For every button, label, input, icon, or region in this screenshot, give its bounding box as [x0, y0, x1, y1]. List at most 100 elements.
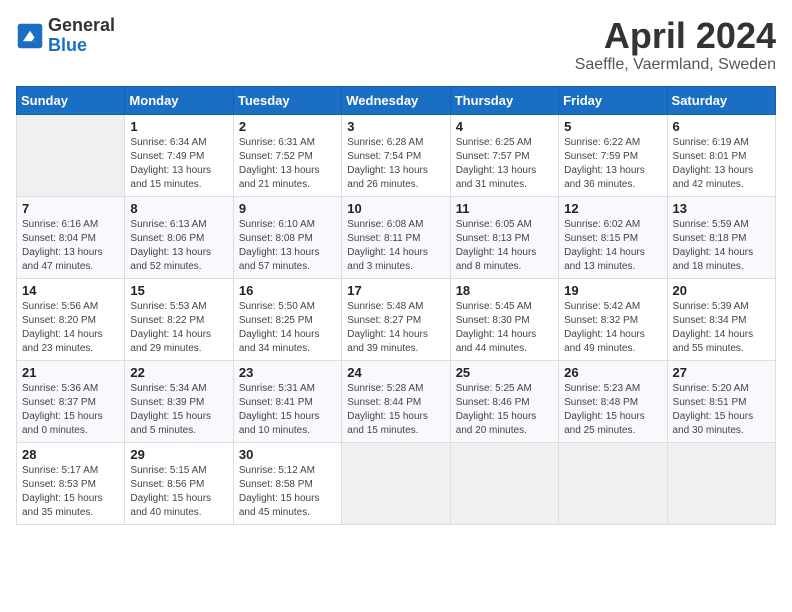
calendar-cell: [17, 114, 125, 196]
calendar-cell: [450, 442, 558, 524]
day-number: 28: [22, 447, 119, 462]
calendar-header-row: SundayMondayTuesdayWednesdayThursdayFrid…: [17, 86, 776, 114]
day-number: 5: [564, 119, 661, 134]
day-info: Sunrise: 5:31 AMSunset: 8:41 PMDaylight:…: [239, 382, 336, 438]
day-info: Sunrise: 6:05 AMSunset: 8:13 PMDaylight:…: [456, 218, 553, 274]
day-info: Sunrise: 6:19 AMSunset: 8:01 PMDaylight:…: [673, 136, 770, 192]
day-info: Sunrise: 5:53 AMSunset: 8:22 PMDaylight:…: [130, 300, 227, 356]
calendar-cell: 19 Sunrise: 5:42 AMSunset: 8:32 PMDayligh…: [559, 278, 667, 360]
calendar-week-row: 7Sunrise: 6:16 AMSunset: 8:04 PMDaylight…: [17, 196, 776, 278]
calendar-cell: 30Sunrise: 5:12 AMSunset: 8:58 PMDayligh…: [233, 442, 341, 524]
day-number: 10: [347, 201, 444, 216]
calendar-cell: 26 Sunrise: 5:23 AMSunset: 8:48 PMDayligh…: [559, 360, 667, 442]
weekday-header: Wednesday: [342, 86, 450, 114]
title-block: April 2024 Saeffle, Vaermland, Sweden: [575, 16, 776, 74]
day-info: Sunrise: 5:56 AMSunset: 8:20 PMDaylight:…: [22, 300, 119, 356]
day-info: Sunrise: 6:13 AMSunset: 8:06 PMDaylight:…: [130, 218, 227, 274]
calendar-cell: 15 Sunrise: 5:53 AMSunset: 8:22 PMDayligh…: [125, 278, 233, 360]
day-number: 23: [239, 365, 336, 380]
day-number: 2: [239, 119, 336, 134]
day-number: 21: [22, 365, 119, 380]
calendar-cell: [667, 442, 775, 524]
weekday-header: Tuesday: [233, 86, 341, 114]
calendar-cell: 17Sunrise: 5:48 AMSunset: 8:27 PMDayligh…: [342, 278, 450, 360]
calendar-cell: 25 Sunrise: 5:25 AMSunset: 8:46 PMDayligh…: [450, 360, 558, 442]
calendar-cell: 3 Sunrise: 6:28 AMSunset: 7:54 PMDaylight…: [342, 114, 450, 196]
calendar-cell: 1 Sunrise: 6:34 AMSunset: 7:49 PMDaylight…: [125, 114, 233, 196]
calendar-cell: 12Sunrise: 6:02 AMSunset: 8:15 PMDayligh…: [559, 196, 667, 278]
calendar-cell: 6 Sunrise: 6:19 AMSunset: 8:01 PMDaylight…: [667, 114, 775, 196]
calendar-cell: 21Sunrise: 5:36 AMSunset: 8:37 PMDayligh…: [17, 360, 125, 442]
day-number: 1: [130, 119, 227, 134]
day-number: 9: [239, 201, 336, 216]
day-info: Sunrise: 5:12 AMSunset: 8:58 PMDaylight:…: [239, 464, 336, 520]
day-info: Sunrise: 5:17 AMSunset: 8:53 PMDaylight:…: [22, 464, 119, 520]
day-number: 4: [456, 119, 553, 134]
day-number: 7: [22, 201, 119, 216]
day-number: 6: [673, 119, 770, 134]
day-info: Sunrise: 5:39 AMSunset: 8:34 PMDaylight:…: [673, 300, 770, 356]
day-info: Sunrise: 6:22 AMSunset: 7:59 PMDaylight:…: [564, 136, 661, 192]
day-info: Sunrise: 5:50 AMSunset: 8:25 PMDaylight:…: [239, 300, 336, 356]
day-info: Sunrise: 6:10 AMSunset: 8:08 PMDaylight:…: [239, 218, 336, 274]
calendar-cell: 13Sunrise: 5:59 AMSunset: 8:18 PMDayligh…: [667, 196, 775, 278]
calendar-cell: [342, 442, 450, 524]
calendar-cell: 23 Sunrise: 5:31 AMSunset: 8:41 PMDayligh…: [233, 360, 341, 442]
day-info: Sunrise: 5:45 AMSunset: 8:30 PMDaylight:…: [456, 300, 553, 356]
calendar-week-row: 1 Sunrise: 6:34 AMSunset: 7:49 PMDaylight…: [17, 114, 776, 196]
day-info: Sunrise: 6:31 AMSunset: 7:52 PMDaylight:…: [239, 136, 336, 192]
calendar-table: SundayMondayTuesdayWednesdayThursdayFrid…: [16, 86, 776, 525]
weekday-header: Sunday: [17, 86, 125, 114]
calendar-cell: 11 Sunrise: 6:05 AMSunset: 8:13 PMDayligh…: [450, 196, 558, 278]
calendar-cell: 27 Sunrise: 5:20 AMSunset: 8:51 PMDayligh…: [667, 360, 775, 442]
logo-blue: Blue: [48, 36, 115, 56]
logo-icon: [16, 22, 44, 50]
calendar-cell: 24Sunrise: 5:28 AMSunset: 8:44 PMDayligh…: [342, 360, 450, 442]
day-number: 14: [22, 283, 119, 298]
day-number: 3: [347, 119, 444, 134]
calendar-cell: 8 Sunrise: 6:13 AMSunset: 8:06 PMDaylight…: [125, 196, 233, 278]
day-info: Sunrise: 6:08 AMSunset: 8:11 PMDaylight:…: [347, 218, 444, 274]
day-number: 26: [564, 365, 661, 380]
calendar-cell: [559, 442, 667, 524]
day-info: Sunrise: 5:25 AMSunset: 8:46 PMDaylight:…: [456, 382, 553, 438]
day-info: Sunrise: 5:20 AMSunset: 8:51 PMDaylight:…: [673, 382, 770, 438]
calendar-cell: 5 Sunrise: 6:22 AMSunset: 7:59 PMDaylight…: [559, 114, 667, 196]
logo-general: General: [48, 16, 115, 36]
logo-text: General Blue: [48, 16, 115, 56]
day-number: 25: [456, 365, 553, 380]
day-number: 19: [564, 283, 661, 298]
calendar-cell: 22Sunrise: 5:34 AMSunset: 8:39 PMDayligh…: [125, 360, 233, 442]
calendar-cell: 10 Sunrise: 6:08 AMSunset: 8:11 PMDayligh…: [342, 196, 450, 278]
calendar-cell: 4 Sunrise: 6:25 AMSunset: 7:57 PMDaylight…: [450, 114, 558, 196]
calendar-cell: 14 Sunrise: 5:56 AMSunset: 8:20 PMDayligh…: [17, 278, 125, 360]
weekday-header: Thursday: [450, 86, 558, 114]
day-number: 8: [130, 201, 227, 216]
calendar-cell: 28 Sunrise: 5:17 AMSunset: 8:53 PMDayligh…: [17, 442, 125, 524]
day-info: Sunrise: 5:23 AMSunset: 8:48 PMDaylight:…: [564, 382, 661, 438]
day-info: Sunrise: 5:59 AMSunset: 8:18 PMDaylight:…: [673, 218, 770, 274]
day-info: Sunrise: 6:02 AMSunset: 8:15 PMDaylight:…: [564, 218, 661, 274]
day-number: 27: [673, 365, 770, 380]
day-number: 17: [347, 283, 444, 298]
day-info: Sunrise: 6:34 AMSunset: 7:49 PMDaylight:…: [130, 136, 227, 192]
day-info: Sunrise: 5:15 AMSunset: 8:56 PMDaylight:…: [130, 464, 227, 520]
calendar-week-row: 21Sunrise: 5:36 AMSunset: 8:37 PMDayligh…: [17, 360, 776, 442]
day-info: Sunrise: 5:42 AMSunset: 8:32 PMDaylight:…: [564, 300, 661, 356]
day-info: Sunrise: 6:28 AMSunset: 7:54 PMDaylight:…: [347, 136, 444, 192]
calendar-cell: 7Sunrise: 6:16 AMSunset: 8:04 PMDaylight…: [17, 196, 125, 278]
day-number: 16: [239, 283, 336, 298]
weekday-header: Friday: [559, 86, 667, 114]
day-info: Sunrise: 5:34 AMSunset: 8:39 PMDaylight:…: [130, 382, 227, 438]
month-title: April 2024: [575, 16, 776, 56]
day-number: 15: [130, 283, 227, 298]
day-info: Sunrise: 6:25 AMSunset: 7:57 PMDaylight:…: [456, 136, 553, 192]
calendar-week-row: 14 Sunrise: 5:56 AMSunset: 8:20 PMDayligh…: [17, 278, 776, 360]
calendar-cell: 2 Sunrise: 6:31 AMSunset: 7:52 PMDaylight…: [233, 114, 341, 196]
calendar-cell: 9 Sunrise: 6:10 AMSunset: 8:08 PMDaylight…: [233, 196, 341, 278]
day-number: 24: [347, 365, 444, 380]
day-number: 11: [456, 201, 553, 216]
weekday-header: Saturday: [667, 86, 775, 114]
location: Saeffle, Vaermland, Sweden: [575, 56, 776, 74]
calendar-week-row: 28 Sunrise: 5:17 AMSunset: 8:53 PMDayligh…: [17, 442, 776, 524]
